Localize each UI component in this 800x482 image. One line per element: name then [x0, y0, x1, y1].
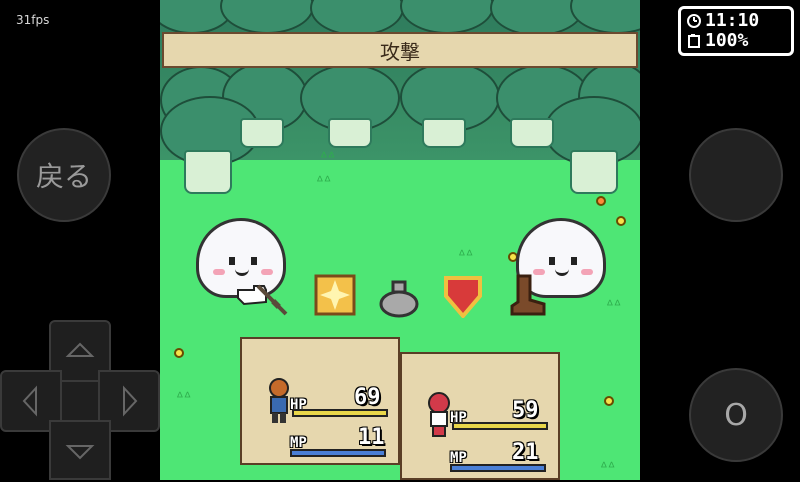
tree-trunk: [184, 150, 232, 194]
clock-icon: [687, 14, 701, 28]
dpad-center: [62, 382, 98, 420]
arrow-down-icon: [65, 445, 95, 460]
mp-value: 21: [512, 440, 539, 465]
ok-button[interactable]: O: [689, 368, 783, 462]
ok-button-label: O: [724, 397, 748, 433]
command-title: 攻撃: [380, 39, 420, 64]
tree-trunk: [570, 150, 618, 194]
grass-tuft: ᐞᐞ: [606, 298, 622, 314]
command-defend[interactable]: [440, 272, 486, 318]
game-screen[interactable]: 攻撃 ᐞᐞ ᐞᐞ ᐞᐞ ᐞᐞ ᐞᐞ ᐞᐞ HP 69 MP 11 HP 59 M…: [160, 0, 640, 480]
back-button-label: 戻る: [35, 160, 92, 193]
flower: [604, 396, 614, 406]
tree-trunk: [422, 118, 466, 148]
dpad-down-button[interactable]: [49, 420, 111, 480]
command-title-bar: 攻撃: [162, 32, 638, 68]
mp-bar: [450, 464, 546, 472]
hp-value: 59: [512, 398, 539, 423]
spark-icon: [314, 274, 356, 316]
battery-icon: [688, 34, 700, 48]
flower: [616, 216, 626, 226]
tree-trunk: [510, 118, 554, 148]
shield-icon: [444, 276, 482, 318]
tree-trunk: [328, 118, 372, 148]
grass-tuft: ᐞᐞ: [600, 460, 616, 476]
flower: [596, 196, 606, 206]
menu-button[interactable]: [689, 128, 783, 222]
flower: [174, 348, 184, 358]
grass-tuft: ᐞᐞ: [176, 390, 192, 406]
party-panel-girl: HP 59 MP 21: [400, 352, 560, 480]
battery-level: 100%: [705, 30, 749, 51]
grass-tuft: ᐞᐞ: [458, 248, 474, 264]
clock-time: 11:10: [705, 10, 760, 31]
tree-trunk: [240, 118, 284, 148]
boot-icon: [510, 274, 546, 316]
hp-bar: [292, 409, 388, 417]
grass-tuft: ᐞᐞ: [320, 150, 336, 166]
hp-bar: [452, 422, 548, 430]
mp-value: 11: [358, 425, 385, 450]
clock-widget: 11:10 100%: [678, 6, 794, 56]
command-attack[interactable]: [248, 276, 294, 322]
command-escape[interactable]: [504, 272, 550, 318]
command-item[interactable]: [376, 274, 422, 320]
party-panel-hero: HP 69 MP 11: [240, 337, 400, 465]
command-magic[interactable]: [312, 272, 358, 318]
mp-bar: [290, 449, 386, 457]
back-button[interactable]: 戻る: [17, 128, 111, 222]
hp-value: 69: [354, 385, 381, 410]
fps-counter: 31fps: [16, 13, 50, 27]
grass-tuft: ᐞᐞ: [316, 174, 332, 190]
bag-icon: [379, 280, 419, 318]
sword-icon: [256, 284, 288, 316]
